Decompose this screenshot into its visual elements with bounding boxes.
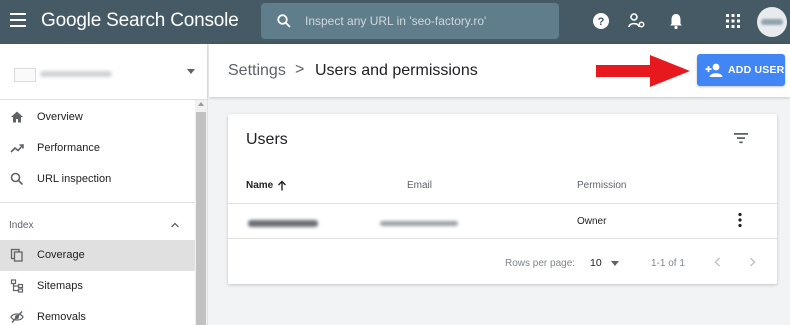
chevron-down-icon[interactable]: [611, 261, 619, 266]
brand-main: Google: [41, 10, 102, 31]
sitemap-icon: [10, 279, 24, 293]
home-icon: [11, 111, 23, 123]
sidebar-item-performance[interactable]: Performance: [0, 133, 195, 164]
chevron-right-icon[interactable]: [746, 256, 758, 268]
table-divider: [228, 203, 777, 204]
property-name-redacted: [40, 71, 112, 77]
sidebar-item-label: Sitemaps: [37, 280, 83, 292]
sidebar-item-label: URL inspection: [37, 173, 112, 185]
sidebar-item-sitemaps[interactable]: Sitemaps: [0, 271, 195, 302]
sidebar-item-url-inspection[interactable]: URL inspection: [0, 164, 195, 195]
search-icon: [277, 14, 291, 28]
chevron-down-icon: [187, 69, 195, 74]
url-inspection-search[interactable]: [261, 3, 559, 39]
rows-per-page-select[interactable]: 10: [590, 257, 602, 269]
person-add-icon: [705, 63, 723, 77]
brand-rest: Search Console: [106, 10, 239, 31]
more-vert-icon[interactable]: [736, 212, 744, 228]
pagination-range: 1-1 of 1: [651, 258, 685, 269]
chevron-left-icon[interactable]: [712, 256, 724, 268]
user-name-redacted: [248, 220, 318, 227]
users-card: Users Name Email Permission Owner Rows p…: [228, 114, 777, 284]
sidebar-item-label: Performance: [37, 142, 100, 154]
breadcrumb-separator: >: [295, 61, 305, 78]
column-header-name[interactable]: Name: [246, 180, 273, 191]
column-header-email: Email: [407, 180, 433, 191]
user-email-redacted: [380, 221, 458, 226]
property-selector[interactable]: [0, 44, 207, 100]
sidebar-item-label: Overview: [37, 111, 83, 123]
sidebar-item-label: Coverage: [37, 249, 85, 261]
search-icon: [10, 172, 24, 186]
account-avatar[interactable]: [757, 7, 787, 37]
copy-icon: [10, 248, 23, 262]
red-arrow-annotation-icon: [596, 55, 690, 87]
manage-accounts-icon[interactable]: [628, 12, 646, 30]
chevron-up-icon[interactable]: [170, 221, 180, 229]
arrow-upward-icon[interactable]: [277, 180, 287, 191]
svg-text:?: ?: [598, 16, 605, 28]
sidebar-scrollbar[interactable]: [195, 100, 207, 325]
sidebar-item-overview[interactable]: Overview: [0, 102, 195, 133]
filter-icon[interactable]: [733, 131, 749, 145]
app-title[interactable]: Google Search Console: [41, 10, 239, 32]
sidebar-divider: [0, 202, 195, 203]
sidebar-item-removals[interactable]: Removals: [0, 302, 195, 325]
add-user-button[interactable]: ADD USER: [697, 54, 785, 86]
search-input[interactable]: [305, 11, 545, 31]
permission-value: Owner: [577, 216, 607, 227]
sidebar-item-coverage[interactable]: Coverage: [0, 240, 195, 271]
top-app-bar: Google Search Console ?: [0, 0, 790, 44]
help-icon[interactable]: ?: [592, 12, 610, 30]
scroll-up-arrow-icon[interactable]: [198, 102, 204, 106]
rows-per-page-label: Rows per page:: [505, 258, 576, 269]
sidebar-item-label: Removals: [37, 311, 86, 323]
add-user-label: ADD USER: [728, 64, 785, 76]
notifications-icon[interactable]: [667, 12, 685, 30]
column-header-permission: Permission: [577, 180, 627, 191]
scrollbar-thumb[interactable]: [196, 112, 206, 325]
menu-icon[interactable]: [10, 13, 26, 27]
property-favicon: [14, 68, 36, 82]
card-title: Users: [246, 131, 288, 148]
visibility-off-icon: [10, 311, 24, 323]
sidebar: Overview Performance URL inspection Inde…: [0, 44, 208, 325]
page-title: Users and permissions: [315, 62, 478, 79]
apps-icon[interactable]: [724, 12, 742, 30]
sidebar-section-index: Index: [9, 220, 34, 231]
table-divider: [228, 238, 777, 239]
page-header: Settings > Users and permissions ADD USE…: [209, 44, 790, 97]
breadcrumb-settings[interactable]: Settings: [228, 62, 286, 80]
trending-up-icon: [10, 144, 24, 153]
